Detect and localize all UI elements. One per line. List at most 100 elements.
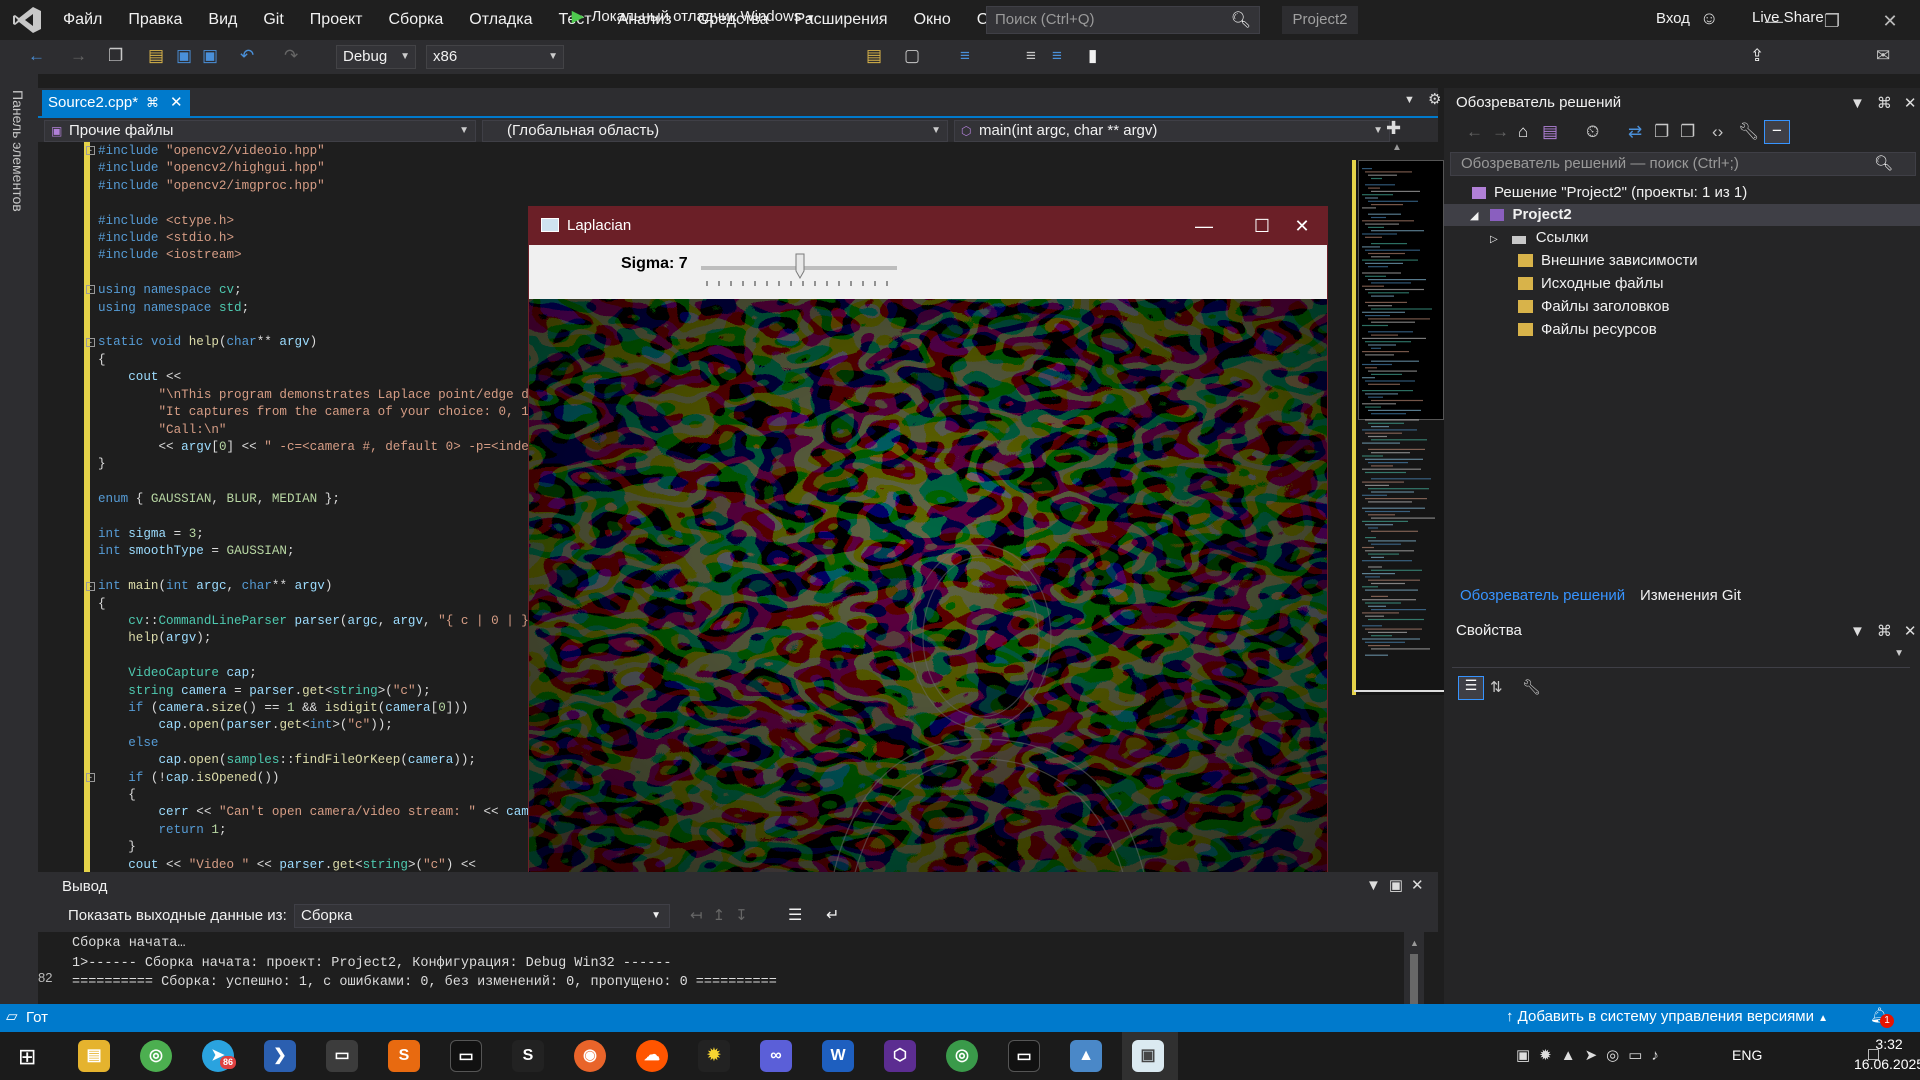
language-indicator[interactable]: ENG bbox=[1732, 1047, 1762, 1063]
pin-icon[interactable]: ⌘ bbox=[146, 90, 159, 116]
toolbox-tab[interactable]: Панель элементов bbox=[10, 90, 26, 212]
configuration-select[interactable]: Debug ▼ bbox=[336, 45, 416, 69]
collapse-all-icon[interactable]: ❐ bbox=[1654, 122, 1669, 142]
preview-selected-icon[interactable]: − bbox=[1764, 120, 1790, 144]
laplacian-close-button[interactable]: ✕ bbox=[1277, 213, 1327, 239]
gear-icon[interactable]: ⚙ bbox=[1428, 90, 1441, 108]
tree-item-header-files[interactable]: Файлы заголовков bbox=[1518, 298, 1669, 315]
bookmark-icon[interactable]: ▮ bbox=[1088, 46, 1097, 66]
soundcloud-icon[interactable]: ☁ bbox=[636, 1040, 668, 1072]
output-nav-icons[interactable]: ↤↥↧ bbox=[690, 906, 758, 924]
properties-object-select[interactable]: ▼ bbox=[1452, 644, 1910, 668]
telegram-icon[interactable]: ➤ 86 bbox=[202, 1040, 237, 1072]
solution-search-input[interactable]: Обозреватель решений — поиск (Ctrl+;) 🔍︎ bbox=[1450, 152, 1916, 176]
tree-item-references[interactable]: ▷ Ссылки bbox=[1490, 229, 1589, 246]
menu-view[interactable]: Вид bbox=[195, 0, 250, 40]
save-icon[interactable]: ▣ bbox=[176, 46, 192, 66]
add-to-source-control-button[interactable]: ↑ Добавить в систему управления версиями… bbox=[1506, 1008, 1828, 1025]
menu-build[interactable]: Сборка bbox=[376, 0, 457, 40]
indent-icon[interactable]: ≡ bbox=[1026, 46, 1036, 66]
categorized-icon[interactable]: ☰ bbox=[1458, 676, 1484, 700]
photos-icon[interactable]: ▲ bbox=[1070, 1040, 1102, 1072]
new-project-icon[interactable]: ❐ bbox=[108, 46, 123, 66]
project-scope-select[interactable]: ▣ Прочие файлы ▼ bbox=[44, 120, 476, 142]
fold-toggle[interactable]: - bbox=[86, 146, 95, 155]
visual-studio-taskbar-icon[interactable]: ⬡ bbox=[884, 1040, 916, 1072]
file-explorer-icon[interactable]: ▤ bbox=[78, 1040, 110, 1072]
search-input[interactable]: Поиск (Ctrl+Q) 🔍︎ bbox=[986, 6, 1260, 34]
properties-wrench-icon[interactable]: 🔧︎ bbox=[1738, 122, 1760, 142]
member-select[interactable]: ⬡ main(int argc, char ** argv) ▼ bbox=[954, 120, 1390, 142]
firefox-icon[interactable]: ◉ bbox=[574, 1040, 606, 1072]
tab-solution-explorer[interactable]: Обозреватель решений bbox=[1460, 587, 1625, 604]
close-button[interactable]: ✕ bbox=[1870, 6, 1910, 36]
pending-changes-icon[interactable]: ⏲ bbox=[1586, 122, 1599, 142]
expanded-triangle-icon[interactable]: ◢ bbox=[1470, 210, 1478, 222]
link-app-icon[interactable]: ∞ bbox=[760, 1040, 792, 1072]
cmd-icon[interactable]: ▭ bbox=[1008, 1040, 1040, 1072]
sun-app-icon[interactable]: ✹ bbox=[698, 1040, 730, 1072]
sublime-text-icon[interactable]: S bbox=[388, 1040, 420, 1072]
chevron-down-icon[interactable]: ▼ bbox=[1850, 623, 1877, 640]
s-app-icon[interactable]: S bbox=[512, 1040, 544, 1072]
forward-icon[interactable]: → bbox=[70, 46, 87, 66]
step-icon[interactable]: ≡ bbox=[960, 46, 970, 66]
tree-item-source-files[interactable]: Исходные файлы bbox=[1518, 275, 1664, 292]
tab-list-dropdown-icon[interactable]: ▼ bbox=[1404, 94, 1415, 106]
switch-views-icon[interactable]: ▤ bbox=[1542, 122, 1558, 142]
fold-toggle[interactable]: - bbox=[86, 285, 95, 294]
notifications-icon[interactable]: 🔔︎ 1 bbox=[1870, 1006, 1894, 1028]
close-icon[interactable]: ✕ bbox=[1904, 623, 1920, 640]
visual-studio-logo-icon[interactable] bbox=[12, 6, 42, 34]
folder-search-icon[interactable]: ▤ bbox=[866, 46, 882, 66]
menu-git[interactable]: Git bbox=[250, 0, 296, 40]
comment-icon[interactable]: ≡ bbox=[1052, 46, 1062, 66]
menu-edit[interactable]: Правка bbox=[115, 0, 195, 40]
zoom-level[interactable]: 82 bbox=[38, 970, 60, 990]
word-wrap-icon[interactable]: ↵ bbox=[826, 905, 839, 925]
tab-source2-cpp[interactable]: Source2.cpp* ⌘ ✕ bbox=[42, 90, 190, 116]
user-add-icon[interactable]: ☺ bbox=[1700, 8, 1718, 29]
clear-all-icon[interactable]: ☰ bbox=[788, 905, 802, 925]
back-icon[interactable]: ← bbox=[1466, 122, 1483, 142]
open-folder-icon[interactable]: ▤ bbox=[148, 46, 164, 66]
sign-in-link[interactable]: Вход bbox=[1656, 10, 1690, 27]
live-share-icon[interactable]: ⇪ bbox=[1750, 46, 1764, 66]
global-scope-select[interactable]: (Глобальная область) ▼ bbox=[482, 120, 948, 142]
fold-toggle[interactable]: - bbox=[86, 338, 95, 347]
powershell-icon[interactable]: ❯ bbox=[264, 1040, 296, 1072]
laplacian-minimize-button[interactable]: — bbox=[1179, 213, 1229, 239]
output-source-select[interactable]: Сборка ▼ bbox=[294, 904, 670, 928]
project-node[interactable]: ◢ Project2 bbox=[1470, 206, 1572, 223]
chrome-icon[interactable]: ◎ bbox=[140, 1040, 172, 1072]
redo-icon[interactable]: ↷ bbox=[284, 46, 298, 66]
tree-item-external-deps[interactable]: Внешние зависимости bbox=[1518, 252, 1698, 269]
minimap-scroll-up[interactable]: ▲ bbox=[1354, 142, 1444, 160]
chevron-down-icon[interactable]: ▼ bbox=[1366, 877, 1389, 894]
close-icon[interactable]: ✕ bbox=[1904, 95, 1920, 112]
start-debugging-button[interactable]: ▶ Локальный отладчик Windows ▼ bbox=[572, 7, 815, 25]
maximize-icon[interactable]: ▣ bbox=[1389, 877, 1411, 894]
terminal-icon[interactable]: ▭ bbox=[326, 1040, 358, 1072]
chrome-canary-icon[interactable]: ◎ bbox=[946, 1040, 978, 1072]
menu-window[interactable]: Окно bbox=[901, 0, 964, 40]
sigma-slider-thumb[interactable] bbox=[795, 253, 805, 279]
pin-icon[interactable]: ⌘ bbox=[1877, 95, 1904, 112]
save-all-icon[interactable]: ▣ bbox=[202, 46, 218, 66]
menu-file[interactable]: Файл bbox=[50, 0, 115, 40]
action-center-icon[interactable]: □ bbox=[1868, 1044, 1879, 1065]
solution-node[interactable]: Решение "Project2" (проекты: 1 из 1) bbox=[1472, 184, 1747, 201]
fold-toggle[interactable]: - bbox=[86, 773, 95, 782]
tree-item-resource-files[interactable]: Файлы ресурсов bbox=[1518, 321, 1657, 338]
system-tray-icons[interactable]: ▣✹▲➤◎▭♪ bbox=[1516, 1046, 1668, 1064]
fold-toggle[interactable]: - bbox=[86, 582, 95, 591]
tab-git-changes[interactable]: Изменения Git bbox=[1640, 587, 1741, 604]
show-all-files-icon[interactable]: ❐ bbox=[1680, 122, 1695, 142]
close-icon[interactable]: ✕ bbox=[1411, 877, 1432, 894]
back-icon[interactable]: ← bbox=[28, 46, 45, 66]
code-view-icon[interactable]: ‹› bbox=[1712, 122, 1723, 142]
menu-project[interactable]: Проект bbox=[297, 0, 376, 40]
split-editor-icon[interactable]: ✚ bbox=[1386, 118, 1401, 139]
sync-icon[interactable]: ⇄ bbox=[1628, 122, 1642, 142]
console-icon[interactable]: ▭ bbox=[450, 1040, 482, 1072]
